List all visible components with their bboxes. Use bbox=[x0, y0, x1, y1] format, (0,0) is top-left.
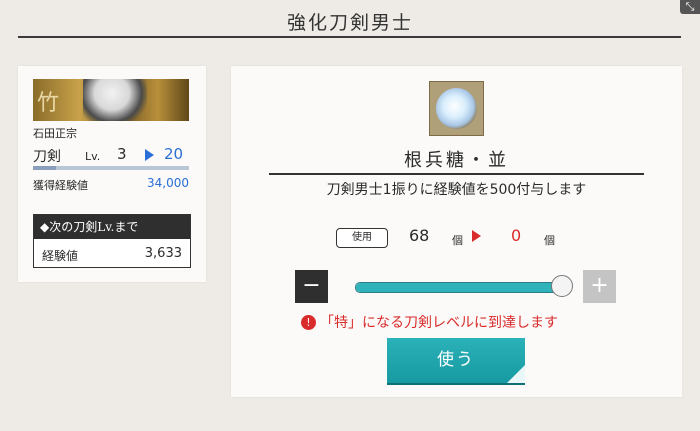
button-corner-accent bbox=[507, 365, 525, 383]
item-name: 根兵糖・並 bbox=[404, 150, 509, 171]
header-divider bbox=[18, 36, 681, 38]
expand-icon[interactable]: ⤡ bbox=[680, 0, 700, 14]
lv-label: Lv. bbox=[85, 150, 101, 163]
next-level-label: 経験値 bbox=[42, 249, 79, 263]
character-status-card: 竹 石田正宗 刀剣 Lv. 3 20 獲得経験値 34,000 ◆次の刀剣Lv.… bbox=[18, 66, 206, 282]
type-label: 刀剣 bbox=[33, 149, 61, 165]
level-progress-bar bbox=[33, 166, 189, 170]
character-portrait bbox=[83, 79, 147, 121]
level-current: 3 bbox=[117, 145, 127, 163]
item-description: 刀剣男士1振りに経験値を500付与します bbox=[326, 182, 587, 198]
next-level-box: ◆次の刀剣Lv.まで 経験値 3,633 bbox=[33, 214, 191, 268]
owned-unit: 個 bbox=[452, 234, 463, 247]
character-name: 石田正宗 bbox=[33, 127, 77, 140]
character-banner: 竹 bbox=[33, 79, 189, 121]
use-count: 0 bbox=[511, 226, 522, 245]
level-next: 20 bbox=[164, 145, 184, 163]
page-title: 強化刀剣男士 bbox=[286, 12, 413, 34]
exp-value: 34,000 bbox=[147, 176, 189, 190]
konpeito-sugar-icon bbox=[436, 88, 477, 129]
slider-fill bbox=[356, 283, 562, 292]
count-arrow-icon bbox=[472, 230, 481, 242]
quantity-slider[interactable] bbox=[355, 275, 573, 297]
warning-icon: ! bbox=[301, 315, 316, 330]
banner-logo: 竹 bbox=[37, 91, 60, 116]
item-divider bbox=[269, 173, 644, 175]
next-level-value: 3,633 bbox=[144, 246, 182, 261]
warning-message: ! 「特」になる刀剣レベルに到達します bbox=[301, 312, 558, 332]
use-unit: 個 bbox=[544, 234, 555, 247]
increase-button[interactable]: + bbox=[583, 270, 616, 303]
konpeito-item-icon bbox=[429, 81, 484, 136]
use-tag: 使用 bbox=[336, 228, 388, 248]
use-button-label: 使う bbox=[437, 350, 475, 370]
level-arrow-icon bbox=[145, 149, 154, 161]
warning-text: 「特」になる刀剣レベルに到達します bbox=[320, 315, 558, 331]
level-progress-fill bbox=[33, 166, 57, 170]
item-panel: 根兵糖・並 刀剣男士1振りに経験値を500付与します 使用 68 個 0 個 −… bbox=[231, 66, 682, 397]
owned-count: 68 bbox=[409, 226, 430, 245]
use-button[interactable]: 使う bbox=[387, 338, 525, 383]
slider-handle[interactable] bbox=[551, 275, 573, 297]
exp-label: 獲得経験値 bbox=[33, 179, 88, 192]
decrease-button[interactable]: − bbox=[295, 270, 328, 303]
next-level-title: ◆次の刀剣Lv.まで bbox=[34, 215, 190, 239]
